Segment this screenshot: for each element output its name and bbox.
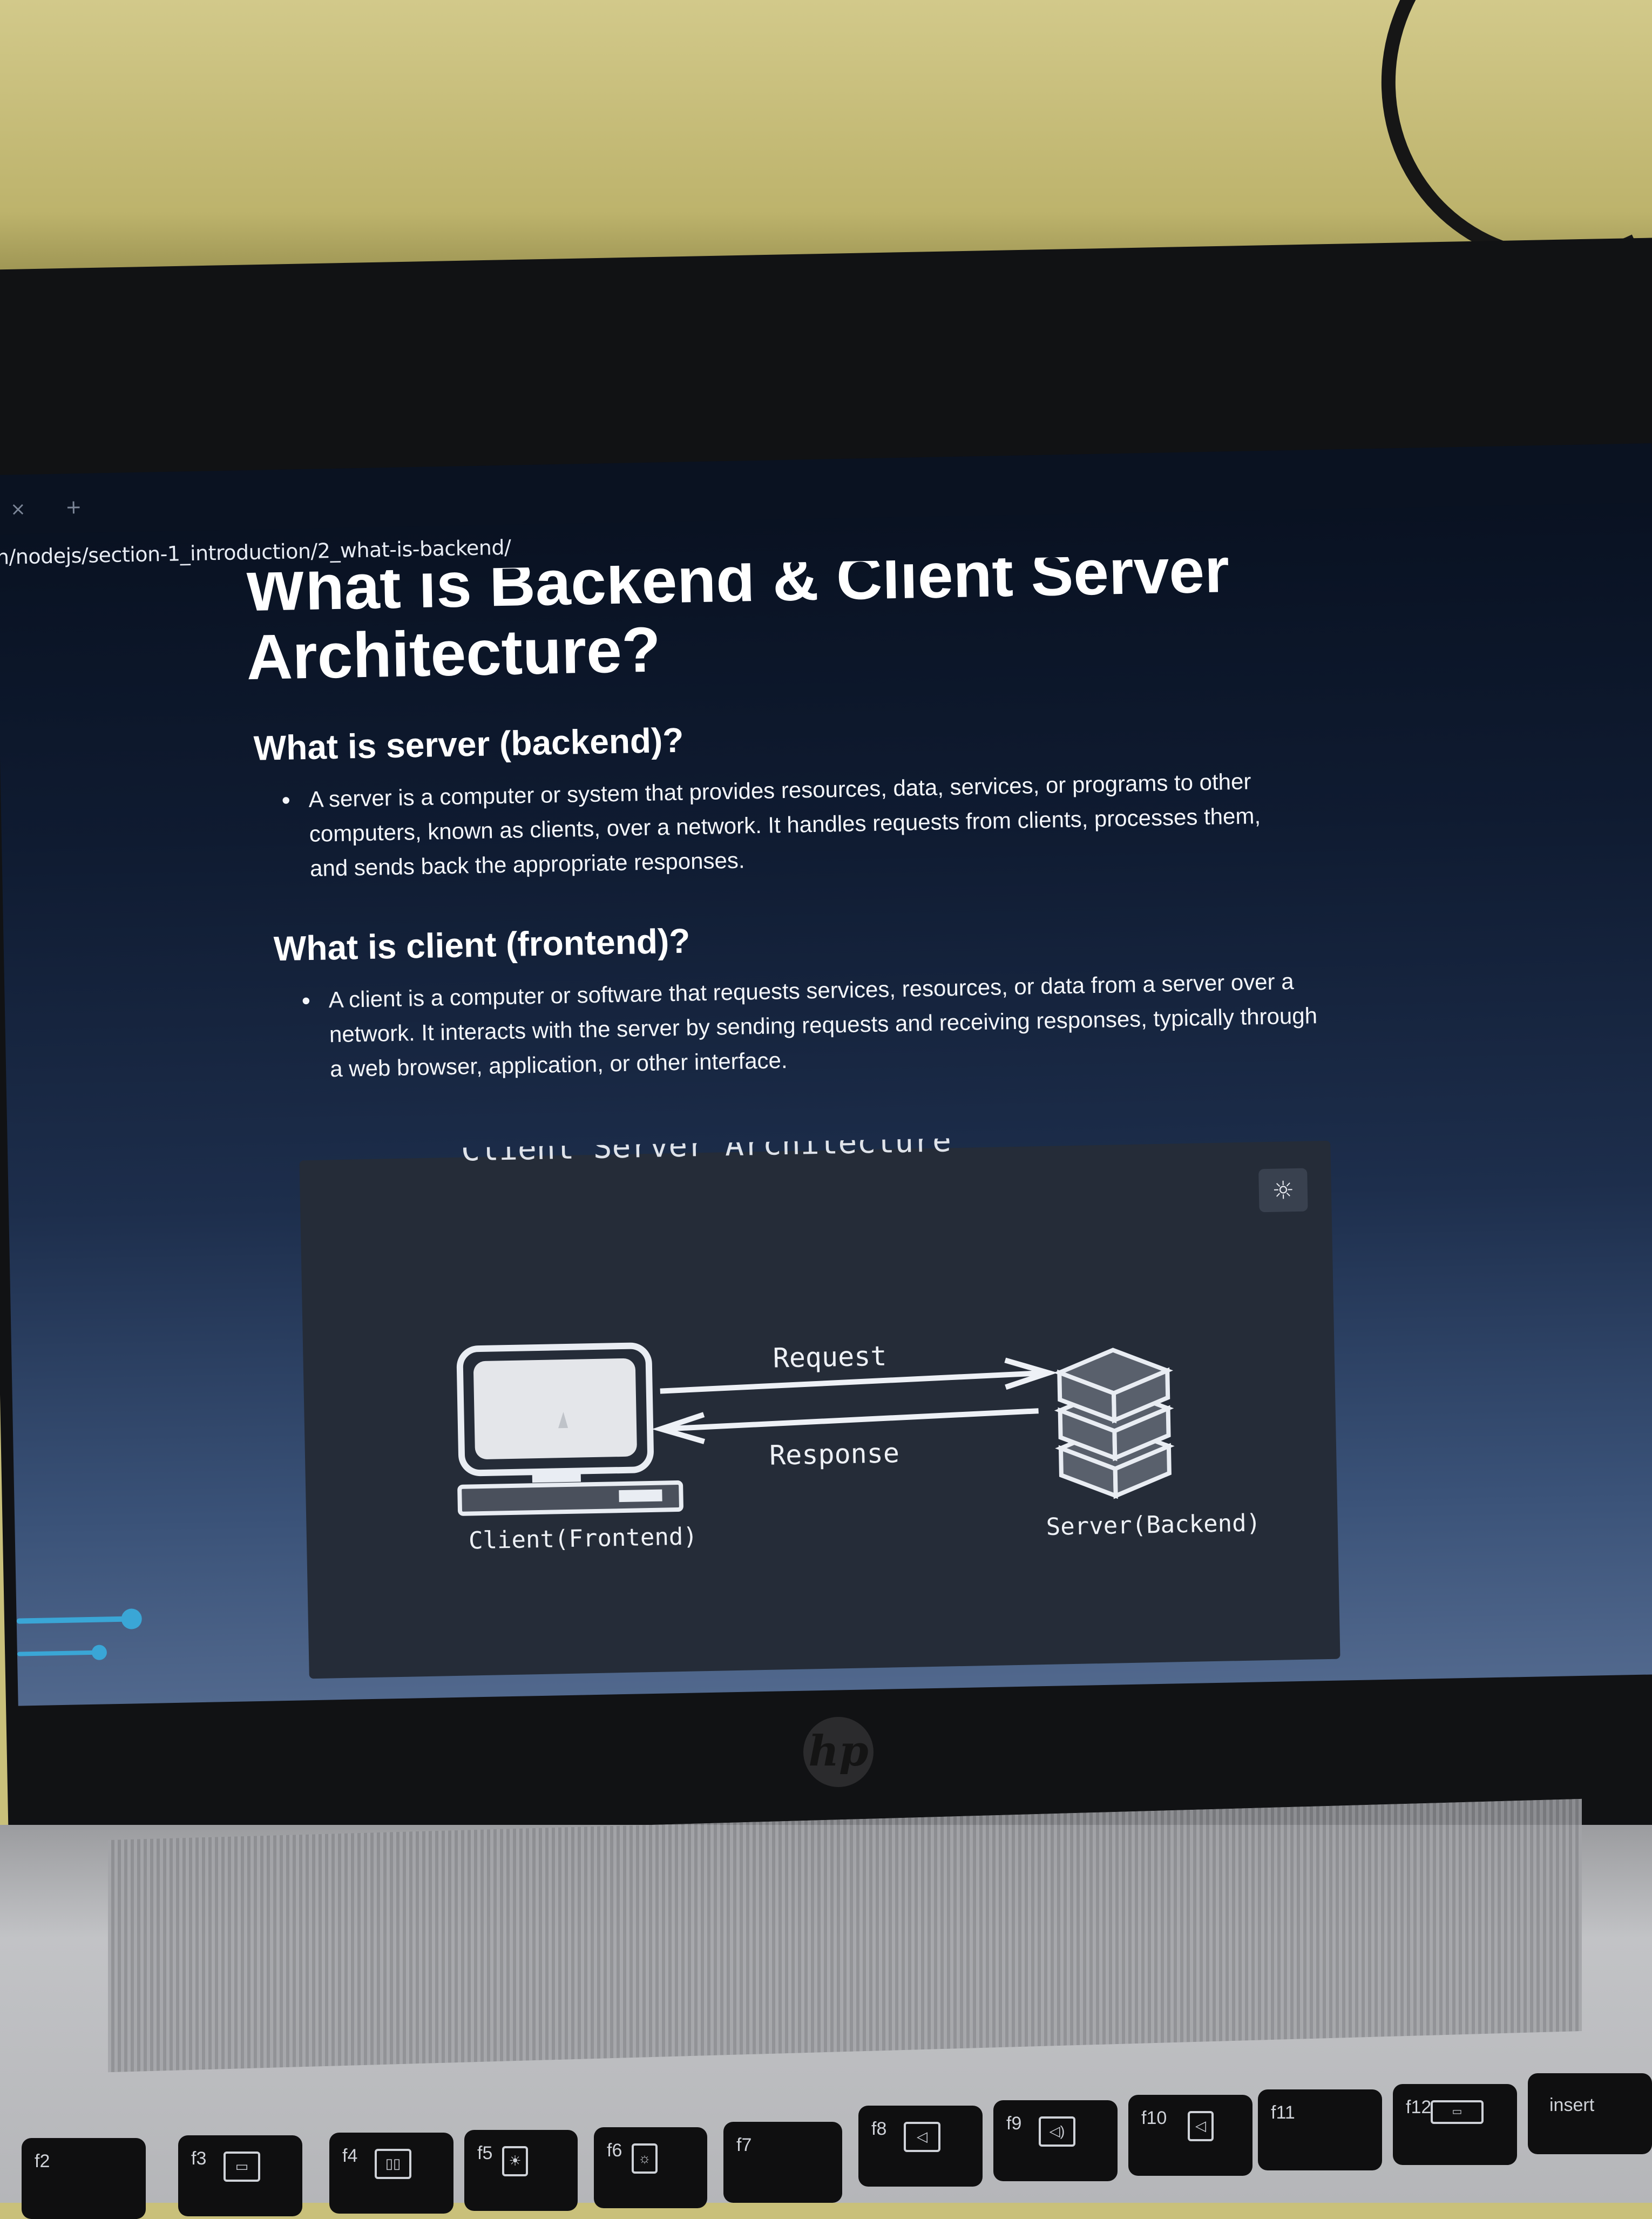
section-heading-server: What is server (backend)? bbox=[253, 720, 685, 768]
tab-close-icon[interactable]: × bbox=[10, 498, 26, 520]
key-f9[interactable]: f9 ◁) bbox=[993, 2100, 1118, 2181]
page-title: What is Backend & Client Server Architec… bbox=[245, 552, 1327, 696]
video-progress-thumb[interactable] bbox=[121, 1608, 143, 1629]
response-arrow bbox=[652, 1408, 1039, 1444]
key-f6[interactable]: f6 ☼ bbox=[594, 2127, 707, 2208]
brightness-up-icon: ☼ bbox=[632, 2143, 658, 2174]
mute-icon: ◁ bbox=[904, 2122, 940, 2152]
brightness-down-icon: ☀ bbox=[502, 2146, 528, 2176]
server-stack-icon bbox=[1053, 1348, 1175, 1499]
volume-up-icon: ◁ bbox=[1188, 2111, 1214, 2141]
key-f2[interactable]: f2 bbox=[22, 2138, 146, 2219]
video-progress-slider[interactable] bbox=[16, 1616, 130, 1624]
client-server-diagram: Client Server Architecture ☼ Request Res… bbox=[299, 1134, 1340, 1679]
url-text: n/nodejs/section-1_introduction/2_what-i… bbox=[0, 535, 511, 569]
key-f3[interactable]: f3 ▭ bbox=[178, 2135, 302, 2216]
airplane-mode-icon: ▭ bbox=[1431, 2100, 1484, 2124]
key-f10[interactable]: f10 ◁ bbox=[1128, 2095, 1252, 2176]
article-content: What is Backend & Client Server Architec… bbox=[245, 552, 1335, 1088]
request-label: Request bbox=[773, 1341, 887, 1374]
key-f8[interactable]: f8 ◁ bbox=[858, 2106, 983, 2187]
speaker-grille bbox=[108, 1798, 1582, 2073]
client-bullet-list: A client is a computer or software that … bbox=[253, 964, 1334, 1088]
page-title-line-2: Architecture? bbox=[246, 614, 661, 694]
section-heading-client: What is client (frontend)? bbox=[273, 921, 690, 969]
display-switch-icon: ▭ bbox=[224, 2152, 260, 2182]
volume-slider-thumb[interactable] bbox=[91, 1645, 107, 1660]
key-f4[interactable]: f4 ▯▯ bbox=[329, 2133, 453, 2214]
list-item: A server is a computer or system that pr… bbox=[308, 763, 1303, 886]
key-insert[interactable]: insert bbox=[1528, 2073, 1652, 2154]
response-label: Response bbox=[769, 1437, 900, 1471]
new-tab-icon[interactable]: + bbox=[65, 496, 82, 519]
key-f11[interactable]: f11 bbox=[1258, 2089, 1382, 2170]
list-item: A client is a computer or software that … bbox=[328, 964, 1323, 1086]
diagram-drawing: Request Response Server(Backend) Client(… bbox=[456, 1341, 1261, 1555]
key-f5[interactable]: f5 ☀ bbox=[464, 2130, 578, 2211]
server-label: Server(Backend) bbox=[1046, 1509, 1261, 1541]
screen-toggle-icon: ▯▯ bbox=[375, 2149, 411, 2179]
client-label: Client(Frontend) bbox=[469, 1523, 698, 1554]
client-computer-icon bbox=[456, 1342, 683, 1516]
hp-logo: hp bbox=[803, 1717, 874, 1787]
key-f7[interactable]: f7 bbox=[723, 2122, 842, 2203]
volume-slider[interactable] bbox=[17, 1650, 98, 1656]
server-bullet-list: A server is a computer or system that pr… bbox=[249, 763, 1330, 887]
laptop-screen: × + n/nodejs/section-1_introduction/2_wh… bbox=[0, 443, 1652, 1706]
key-f12[interactable]: f12 ▭ bbox=[1393, 2084, 1517, 2165]
volume-down-icon: ◁) bbox=[1039, 2116, 1075, 2147]
